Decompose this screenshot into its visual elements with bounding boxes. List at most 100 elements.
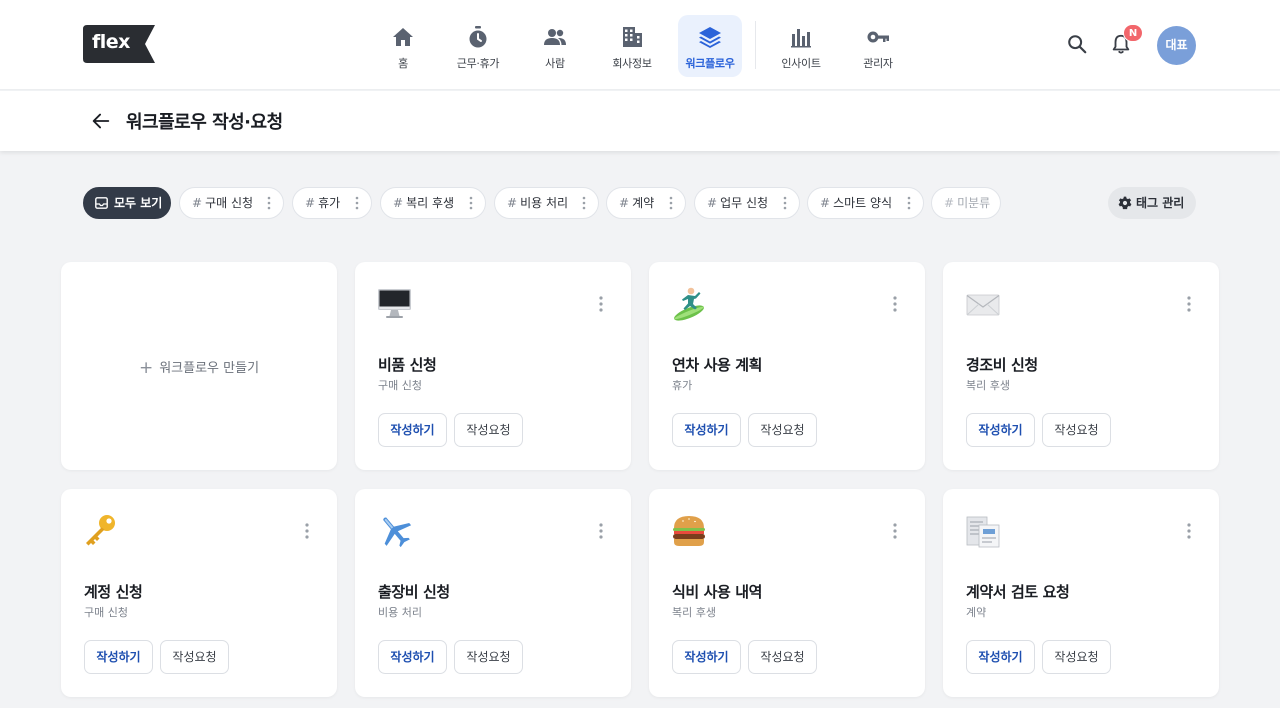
back-arrow-icon[interactable] — [90, 110, 112, 132]
search-icon[interactable] — [1066, 33, 1088, 55]
write-button[interactable]: 작성하기 — [966, 640, 1035, 674]
more-vertical-icon[interactable] — [355, 196, 359, 210]
nav-label: 홈 — [398, 57, 408, 70]
top-navigation: flex 홈 근무·휴가 사람 회사정보 워크플로우 인사이트 관리자 N 대표 — [0, 0, 1280, 90]
nav-item-admin[interactable]: 관리자 — [846, 15, 910, 77]
nav-item-workflow[interactable]: 워크플로우 — [678, 15, 742, 77]
workflow-card[interactable]: 연차 사용 계획 휴가 작성하기 작성요청 — [649, 262, 925, 470]
key-icon — [867, 31, 889, 43]
request-button[interactable]: 작성요청 — [748, 413, 817, 447]
card-title: 계약서 검토 요청 — [966, 583, 1070, 601]
workflow-card[interactable]: 계약서 검토 요청 계약 작성하기 작성요청 — [943, 489, 1219, 697]
tag-contract[interactable]: # 계약 — [606, 187, 686, 219]
more-vertical-icon[interactable] — [469, 196, 473, 210]
card-category: 비용 처리 — [378, 606, 422, 619]
more-vertical-icon[interactable] — [907, 196, 911, 210]
request-button[interactable]: 작성요청 — [1042, 640, 1111, 674]
plus-icon: + — [138, 358, 154, 378]
workflow-card[interactable]: 경조비 신청 복리 후생 작성하기 작성요청 — [943, 262, 1219, 470]
more-vertical-icon[interactable] — [1187, 296, 1191, 312]
create-workflow-card[interactable]: + 워크플로우 만들기 — [61, 262, 337, 470]
card-title: 식비 사용 내역 — [672, 583, 763, 601]
bar-chart-icon — [791, 29, 811, 48]
nav-label: 사람 — [545, 57, 565, 70]
write-button[interactable]: 작성하기 — [672, 640, 741, 674]
more-vertical-icon[interactable] — [599, 296, 603, 312]
surfer-icon — [674, 287, 704, 321]
flex-logo[interactable]: flex — [83, 25, 155, 63]
hash-icon: # — [192, 196, 203, 210]
more-vertical-icon[interactable] — [305, 523, 309, 539]
request-button[interactable]: 작성요청 — [748, 640, 817, 674]
request-button[interactable]: 작성요청 — [454, 640, 523, 674]
card-category: 복리 후생 — [966, 379, 1010, 392]
tag-manage-label: 태그 관리 — [1136, 196, 1185, 210]
nav-item-work-leave[interactable]: 근무·휴가 — [446, 15, 510, 77]
home-icon — [393, 28, 413, 46]
card-title: 경조비 신청 — [966, 356, 1038, 374]
card-title: 연차 사용 계획 — [672, 356, 763, 374]
tag-label: 비용 처리 — [520, 196, 569, 210]
more-vertical-icon[interactable] — [267, 196, 271, 210]
request-button[interactable]: 작성요청 — [454, 413, 523, 447]
request-button[interactable]: 작성요청 — [1042, 413, 1111, 447]
tag-label: 스마트 양식 — [833, 196, 893, 210]
tag-manage-button[interactable]: 태그 관리 — [1108, 187, 1196, 219]
avatar[interactable]: 대표 — [1157, 26, 1196, 65]
hash-icon: # — [305, 196, 316, 210]
tag-expense[interactable]: # 비용 처리 — [494, 187, 599, 219]
hash-icon: # — [820, 196, 831, 210]
workflow-card[interactable]: 계정 신청 구매 신청 작성하기 작성요청 — [61, 489, 337, 697]
burger-icon — [673, 516, 705, 546]
hash-icon: # — [507, 196, 518, 210]
nav-item-people[interactable]: 사람 — [523, 15, 587, 77]
stopwatch-icon — [469, 26, 487, 48]
nav-label: 워크플로우 — [685, 57, 735, 70]
write-button[interactable]: 작성하기 — [378, 413, 447, 447]
workflow-card[interactable]: 식비 사용 내역 복리 후생 작성하기 작성요청 — [649, 489, 925, 697]
tag-label: 미분류 — [957, 196, 991, 210]
create-workflow-label: + 워크플로우 만들기 — [61, 357, 337, 378]
more-vertical-icon[interactable] — [1187, 523, 1191, 539]
request-button[interactable]: 작성요청 — [160, 640, 229, 674]
gear-icon — [1118, 196, 1132, 210]
hash-icon: # — [393, 196, 404, 210]
building-icon — [623, 27, 642, 47]
write-button[interactable]: 작성하기 — [84, 640, 153, 674]
tag-label: 복리 후생 — [406, 196, 455, 210]
write-button[interactable]: 작성하기 — [966, 413, 1035, 447]
tag-uncategorized[interactable]: # 미분류 — [931, 187, 1001, 219]
card-title: 계정 신청 — [84, 583, 143, 601]
tag-leave[interactable]: # 휴가 — [292, 187, 372, 219]
page-title: 워크플로우 작성·요청 — [126, 112, 283, 133]
card-category: 구매 신청 — [84, 606, 128, 619]
tag-label: 업무 신청 — [720, 196, 769, 210]
nav-item-home[interactable]: 홈 — [371, 15, 435, 77]
nav-item-company[interactable]: 회사정보 — [600, 15, 664, 77]
write-button[interactable]: 작성하기 — [378, 640, 447, 674]
tag-label: 휴가 — [318, 196, 341, 210]
hash-icon: # — [707, 196, 718, 210]
airplane-icon — [383, 517, 412, 548]
card-category: 구매 신청 — [378, 379, 422, 392]
tag-purchase[interactable]: # 구매 신청 — [179, 187, 284, 219]
nav-item-insight[interactable]: 인사이트 — [769, 15, 833, 77]
key-icon — [86, 515, 115, 546]
tag-all[interactable]: 모두 보기 — [83, 187, 171, 219]
more-vertical-icon[interactable] — [893, 523, 897, 539]
tag-smart-form[interactable]: # 스마트 양식 — [807, 187, 924, 219]
workflow-card[interactable]: 출장비 신청 비용 처리 작성하기 작성요청 — [355, 489, 631, 697]
tag-welfare[interactable]: # 복리 후생 — [380, 187, 486, 219]
tag-task-request[interactable]: # 업무 신청 — [694, 187, 800, 219]
workflow-card[interactable]: 비품 신청 구매 신청 작성하기 작성요청 — [355, 262, 631, 470]
more-vertical-icon[interactable] — [669, 196, 673, 210]
write-button[interactable]: 작성하기 — [672, 413, 741, 447]
more-vertical-icon[interactable] — [783, 196, 787, 210]
more-vertical-icon[interactable] — [582, 196, 586, 210]
notification-badge: N — [1123, 24, 1143, 42]
nav-label: 인사이트 — [781, 57, 821, 70]
create-workflow-text: 워크플로우 만들기 — [159, 361, 260, 376]
tag-label: 계약 — [632, 196, 655, 210]
more-vertical-icon[interactable] — [599, 523, 603, 539]
more-vertical-icon[interactable] — [893, 296, 897, 312]
